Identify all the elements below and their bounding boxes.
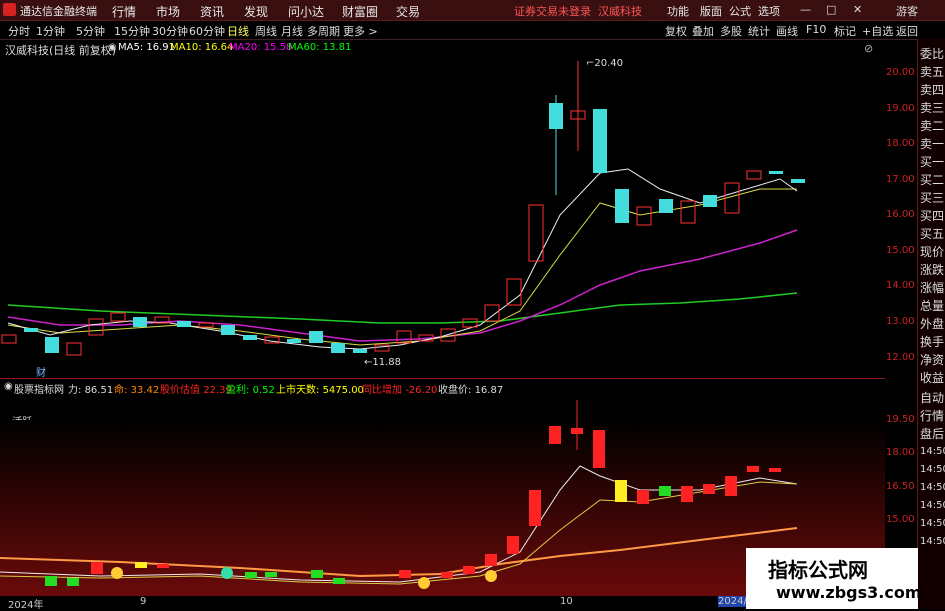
period-weekly[interactable]: 周线 [255,23,277,39]
price-tick: 20.00 [886,67,915,78]
period-multi[interactable]: 多周期 [307,23,340,39]
tool-stats[interactable]: 统计 [748,23,770,39]
sidebar-item[interactable]: 总量 [920,297,944,315]
period-more[interactable]: 更多 > [343,23,378,39]
sidebar-item[interactable]: 外盘 [920,315,944,333]
pane-divider[interactable] [0,378,885,379]
quote-sidebar: 委比 卖五 卖四 卖三 卖二 卖一 买一 买二 买三 买四 买五 现价 涨跌 涨… [917,39,945,609]
login-notice[interactable]: 证券交易未登录 汉威科技 [514,3,642,19]
sidebar-item[interactable]: 委比 [920,45,944,63]
watermark: 指标公式网 www.zbgs3.com [746,548,922,609]
watermark-title: 指标公式网 [768,558,868,582]
menu-discover[interactable]: 发现 [244,3,268,20]
indicator-tick: 19.50 [886,414,915,425]
price-tick: 14.00 [886,280,915,291]
price-tick: 15.00 [886,245,915,256]
ma-settings-icon[interactable]: ◉ [108,42,117,53]
sidebar-item[interactable]: 买一 [920,153,944,171]
app-logo-icon [3,3,16,16]
menu-layout[interactable]: 版面 [700,3,722,19]
sidebar-item[interactable]: 净资 [920,351,944,369]
sidebar-item[interactable]: 自动 [920,389,944,407]
close-icon[interactable]: ✕ [853,3,862,16]
tool-overlay[interactable]: 叠加 [692,23,714,39]
price-tick: 17.00 [886,174,915,185]
period-toolbar: 分时 1分钟 5分钟 15分钟 30分钟 60分钟 日线 周线 月线 多周期 更… [0,21,945,40]
price-tick: 13.00 [886,316,915,327]
tool-adjust[interactable]: 复权 [665,23,687,39]
sidebar-item[interactable]: 买四 [920,207,944,225]
ma5-label: MA5: 16.91 [118,42,176,53]
sidebar-time: 14:50 [920,500,945,511]
sidebar-item[interactable]: 买五 [920,225,944,243]
menu-news[interactable]: 资讯 [200,3,224,20]
tool-back[interactable]: 返回 [896,23,918,39]
period-60min[interactable]: 60分钟 [189,23,225,39]
sidebar-time: 14:50 [920,464,945,475]
guest-button[interactable]: 游客 [896,3,918,19]
sidebar-time: 14:50 [920,482,945,493]
sidebar-item[interactable]: 卖五 [920,63,944,81]
indicator-tick: 16.50 [886,481,915,492]
chart-options-icon[interactable]: ⊘ [864,42,873,55]
period-1min[interactable]: 1分钟 [36,23,65,39]
date-label: 9 [140,596,147,607]
tool-f10[interactable]: F10 [806,23,826,36]
maximize-icon[interactable]: □ [826,3,836,16]
period-daily[interactable]: 日线 [227,23,249,39]
menu-bar: 通达信金融终端 行情 市场 资讯 发现 问小达 财富圈 交易 证券交易未登录 汉… [0,0,945,21]
menu-ask[interactable]: 问小达 [288,3,324,20]
ma10-label: MA10: 16.64 [170,42,234,53]
sidebar-item[interactable]: 卖三 [920,99,944,117]
period-30min[interactable]: 30分钟 [152,23,188,39]
sidebar-item[interactable]: 卖四 [920,81,944,99]
period-monthly[interactable]: 月线 [281,23,303,39]
sidebar-item[interactable]: 行情 [920,407,944,425]
menu-options[interactable]: 选项 [758,3,780,19]
sidebar-item[interactable]: 盘后 [920,425,944,443]
sidebar-time: 14:50 [920,446,945,457]
watermark-url: www.zbgs3.com [776,583,922,602]
sidebar-item[interactable]: 买二 [920,171,944,189]
menu-formula[interactable]: 公式 [729,3,751,19]
tool-multistock[interactable]: 多股 [720,23,742,39]
period-intraday[interactable]: 分时 [8,23,30,39]
app-title: 通达信金融终端 [20,5,97,18]
price-tick: 16.00 [886,209,915,220]
price-tick: 12.00 [886,352,915,363]
menu-market[interactable]: 市场 [156,3,180,20]
candlestick-chart[interactable] [0,55,885,377]
price-tick: 18.00 [886,138,915,149]
price-tick: 19.00 [886,103,915,114]
sidebar-item[interactable]: 换手 [920,333,944,351]
date-label: 10 [560,596,573,607]
tool-watchlist[interactable]: +自选 [862,23,893,39]
sidebar-time: 14:50 [920,536,945,547]
sidebar-item[interactable]: 卖二 [920,117,944,135]
indicator-tick: 15.00 [886,514,915,525]
sidebar-item[interactable]: 涨幅 [920,279,944,297]
tool-mark[interactable]: 标记 [834,23,856,39]
sidebar-item[interactable]: 卖一 [920,135,944,153]
period-5min[interactable]: 5分钟 [76,23,105,39]
menu-wealth[interactable]: 财富圈 [342,3,378,20]
min-price-label: ←11.88 [364,357,402,368]
sidebar-item[interactable]: 买三 [920,189,944,207]
sidebar-item[interactable]: 涨跌 [920,261,944,279]
minimize-icon[interactable]: — [800,3,811,16]
finance-marker[interactable]: 财 [36,364,46,379]
tool-draw[interactable]: 画线 [776,23,798,39]
sidebar-time: 14:50 [920,518,945,529]
menu-quotes[interactable]: 行情 [112,3,136,20]
period-15min[interactable]: 15分钟 [114,23,150,39]
indicator-tick: 18.00 [886,447,915,458]
menu-function[interactable]: 功能 [667,3,689,19]
max-price-label: ⌐20.40 [586,58,624,69]
sidebar-item[interactable]: 现价 [920,243,944,261]
menu-trade[interactable]: 交易 [396,3,420,20]
ma60-label: MA60: 13.81 [288,42,352,53]
sidebar-item[interactable]: 收益 [920,369,944,387]
ma20-label: MA20: 15.58 [229,42,293,53]
